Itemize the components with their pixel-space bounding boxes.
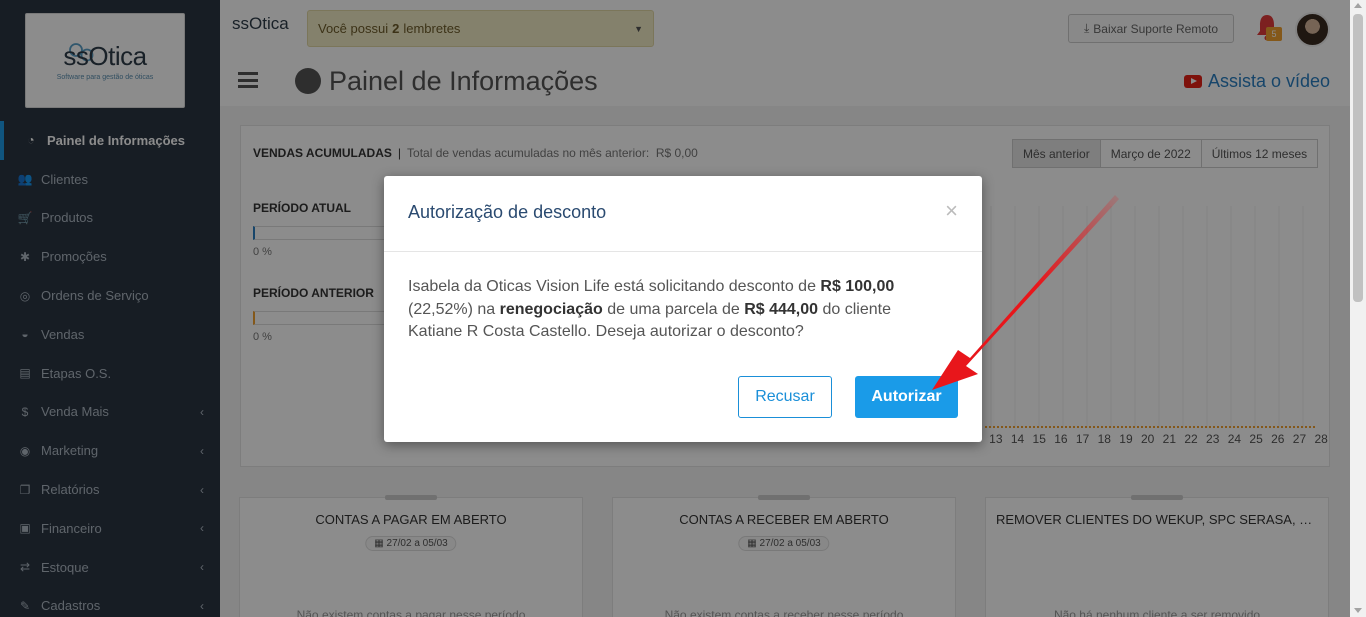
installment-amount: R$ 444,00 (744, 300, 819, 318)
modal-message: Isabela da Oticas Vision Life está solic… (408, 276, 948, 344)
modal-title: Autorização de desconto (408, 202, 607, 222)
message-part: (22,52%) na (408, 300, 500, 318)
operation-type: renegociação (499, 300, 603, 318)
discount-amount: R$ 100,00 (820, 278, 895, 295)
scroll-down-icon[interactable] (1354, 608, 1362, 613)
discount-authorization-modal: Autorização de desconto × Isabela da Oti… (384, 176, 982, 442)
pointer-arrow-icon (932, 195, 1119, 390)
modal-divider (384, 251, 982, 252)
scroll-up-icon[interactable] (1354, 3, 1362, 8)
message-part: Isabela da Oticas Vision Life está solic… (408, 278, 821, 295)
page-scrollbar[interactable] (1350, 0, 1366, 617)
message-part: de uma parcela de (602, 300, 745, 318)
refuse-button[interactable]: Recusar (738, 376, 832, 418)
scroll-thumb[interactable] (1353, 14, 1363, 302)
